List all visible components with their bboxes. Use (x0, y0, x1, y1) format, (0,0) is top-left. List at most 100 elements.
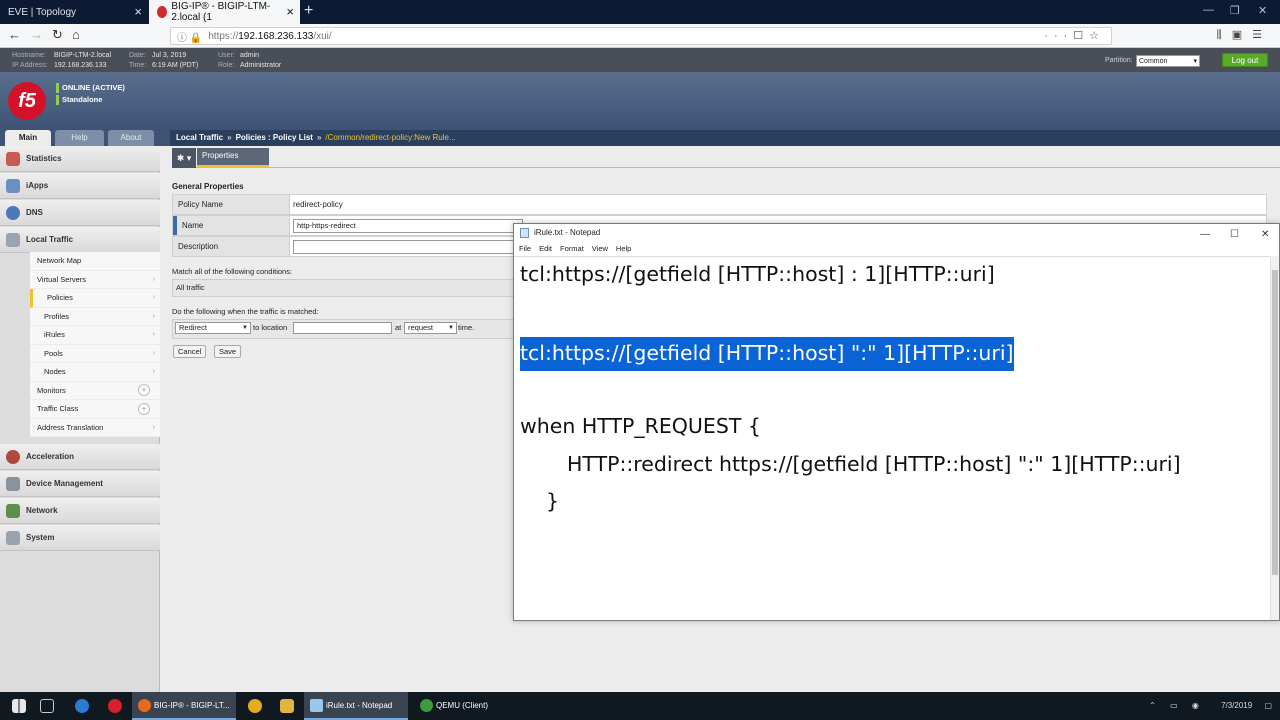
close-tab-icon[interactable]: × (134, 4, 142, 19)
sidebar-item-policies[interactable]: Policies › (30, 289, 160, 308)
event-select[interactable]: request ▼ (404, 322, 457, 334)
device-info-strip: Hostname: BIGIP-LTM-2.local IP Address: … (0, 48, 1280, 72)
partition-select[interactable]: Common ▾ (1136, 55, 1200, 67)
chevron-right-icon: › (152, 368, 155, 376)
notification-icon[interactable]: ▢ (1264, 701, 1272, 710)
sidebar-item-traffic-class[interactable]: Traffic Class + (30, 400, 160, 419)
cancel-button[interactable]: Cancel (173, 345, 207, 358)
actions-label: Do the following when the traffic is mat… (172, 307, 319, 316)
dns-globe-icon (6, 205, 20, 220)
partition-value: Common (1139, 58, 1168, 65)
tray-date[interactable]: 7/3/2019 (1221, 701, 1252, 710)
opera-icon[interactable] (108, 699, 122, 713)
location-input[interactable] (293, 322, 392, 334)
close-tab-icon[interactable]: × (286, 4, 294, 19)
url-bar[interactable]: ⓘ 🔒 https://192.168.236.133/xui/ ···☐☆ (170, 27, 1112, 45)
nav-dns[interactable]: DNS (0, 200, 160, 226)
add-icon[interactable]: + (138, 384, 150, 397)
tab-main[interactable]: Main (5, 130, 51, 146)
tab-help[interactable]: Help (55, 130, 104, 146)
text-line: tcl:https://[getfield [HTTP::host] : 1][… (520, 262, 995, 286)
breadcrumb-current: /Common/redirect-policy:New Rule... (325, 133, 456, 142)
tray-icons[interactable]: ⌃ ▭ ◉ (1149, 701, 1205, 710)
nav-local-traffic[interactable]: Local Traffic (0, 227, 160, 253)
menu-help[interactable]: Help (616, 244, 631, 253)
scrollbar-thumb[interactable] (1272, 270, 1278, 575)
system-icon (6, 530, 20, 545)
minimize-icon[interactable]: — (1203, 4, 1214, 16)
browser-tab-bigip[interactable]: BIG-IP® - BIGIP-LTM-2.local (1 × (149, 0, 300, 24)
browser-tabbar: EVE | Topology × BIG-IP® - BIGIP-LTM-2.l… (0, 0, 1280, 24)
breadcrumb: Local Traffic» Policies : Policy List»/Co… (170, 130, 1280, 146)
add-icon[interactable]: + (138, 402, 150, 415)
browser-tab-eve[interactable]: EVE | Topology × (0, 0, 148, 24)
nav-device-management[interactable]: Device Management (0, 471, 160, 497)
task-view-icon[interactable] (40, 699, 54, 713)
page-actions-icon[interactable]: ···☐☆ (1044, 29, 1105, 42)
file-explorer-icon[interactable] (280, 699, 294, 713)
nav-acceleration[interactable]: Acceleration (0, 444, 160, 470)
browser-toolbar-icons[interactable]: ⫼▣☰ (1217, 28, 1272, 42)
sidebar-item-network-map[interactable]: Network Map (30, 252, 160, 271)
browser-tab-label: BIG-IP® - BIGIP-LTM-2.local (1 (171, 1, 271, 23)
description-input[interactable] (293, 240, 523, 254)
info-lock-icon[interactable]: ⓘ 🔒 (177, 29, 202, 44)
sidebar-item-address-translation[interactable]: Address Translation › (30, 419, 160, 437)
nav-network[interactable]: Network (0, 498, 160, 524)
menu-file[interactable]: File (519, 244, 531, 253)
menu-edit[interactable]: Edit (539, 244, 552, 253)
back-icon[interactable]: ← (8, 27, 21, 42)
reload-icon[interactable]: ↻ (52, 27, 63, 43)
match-conditions-label: Match all of the following conditions: (172, 267, 293, 276)
sidebar-item-nodes[interactable]: Nodes › (30, 363, 160, 382)
notepad-taskbar-icon (310, 699, 323, 712)
notepad-text-area[interactable]: tcl:https://[getfield [HTTP::host] : 1][… (514, 256, 1272, 620)
windows-start-icon[interactable] (12, 699, 26, 713)
sidebar-item-monitors[interactable]: Monitors + (30, 382, 160, 400)
menu-format[interactable]: Format (560, 244, 584, 253)
nav-statistics[interactable]: Statistics (0, 146, 160, 172)
save-button[interactable]: Save (214, 345, 242, 358)
menu-view[interactable]: View (592, 244, 608, 253)
action-value: Redirect (179, 323, 207, 332)
home-icon[interactable]: ⌂ (72, 27, 80, 42)
notepad-title: iRule.txt - Notepad (534, 228, 601, 237)
breadcrumb-policy-list[interactable]: Policies : Policy List (236, 133, 313, 142)
sidebar-item-label: Monitors (37, 385, 66, 395)
sidebar-item-irules[interactable]: iRules › (30, 326, 160, 345)
taskbar-app-notepad[interactable]: iRule.txt - Notepad (304, 692, 408, 720)
restore-icon[interactable]: ❐ (1230, 4, 1240, 17)
sidebar-item-label: Traffic Class (37, 404, 79, 414)
sidebar-item-profiles[interactable]: Profiles › (30, 308, 160, 326)
notepad-titlebar[interactable]: iRule.txt - Notepad — ☐ ✕ (514, 224, 1279, 242)
firefox-icon (138, 699, 151, 712)
sidebar-item-virtual-servers[interactable]: Virtual Servers › (30, 271, 160, 289)
nav-system[interactable]: System (0, 525, 160, 551)
tab-properties[interactable]: Properties (197, 148, 269, 168)
rule-name-input[interactable]: http-https-redirect (293, 219, 523, 233)
chrome-icon[interactable] (248, 699, 262, 713)
policy-name-value: redirect-policy (293, 200, 343, 209)
date-label: Date: (129, 52, 146, 59)
nav-iapps[interactable]: iApps (0, 173, 160, 199)
user-label: User: (218, 52, 235, 59)
tab-about[interactable]: About (108, 130, 154, 146)
action-select[interactable]: Redirect ▼ (175, 322, 251, 334)
time-suffix-label: time. (458, 323, 475, 332)
breadcrumb-separator: » (227, 133, 232, 142)
taskbar-app-qemu[interactable]: QEMU (Client) (414, 692, 504, 720)
gear-icon[interactable]: ✱ ▾ (172, 148, 196, 168)
close-window-icon[interactable]: ✕ (1258, 4, 1267, 17)
breadcrumb-local-traffic[interactable]: Local Traffic (176, 133, 223, 142)
hostname-label: Hostname: (12, 52, 46, 59)
forward-icon[interactable]: → (30, 27, 43, 42)
taskbar-app-firefox[interactable]: BIG-IP® - BIGIP-LT... (132, 692, 236, 720)
logout-button[interactable]: Log out (1222, 53, 1268, 67)
chevron-right-icon: › (152, 349, 155, 357)
notepad-scrollbar[interactable] (1270, 256, 1279, 620)
sidebar-item-pools[interactable]: Pools › (30, 345, 160, 363)
edge-icon[interactable] (75, 699, 89, 713)
chevron-right-icon: › (152, 275, 155, 283)
new-tab-icon[interactable]: + (304, 2, 313, 20)
device-management-icon (6, 476, 20, 491)
